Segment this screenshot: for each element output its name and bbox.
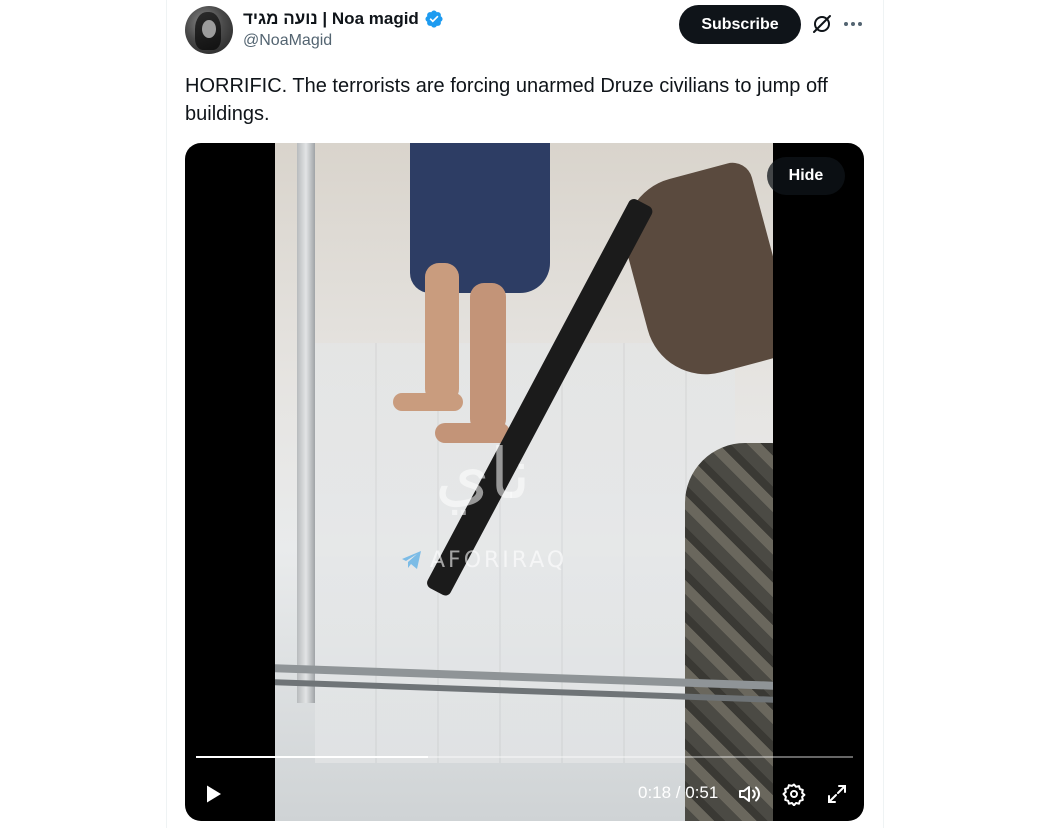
video-watermark-arabic: ناي bbox=[435, 433, 531, 515]
subscribe-button[interactable]: Subscribe bbox=[679, 5, 801, 44]
video-progress-bar[interactable] bbox=[196, 756, 853, 758]
video-person-foot bbox=[393, 393, 463, 411]
tweet-text: HORRIFIC. The terrorists are forcing una… bbox=[185, 75, 828, 125]
fullscreen-icon[interactable] bbox=[825, 782, 849, 806]
verified-badge-icon bbox=[425, 10, 443, 28]
author-handle[interactable]: @NoaMagid bbox=[243, 32, 332, 50]
more-options-icon[interactable] bbox=[841, 12, 865, 36]
telegram-icon bbox=[402, 551, 421, 569]
volume-icon[interactable] bbox=[737, 782, 763, 806]
play-icon[interactable] bbox=[201, 782, 225, 806]
video-player[interactable]: ناي AFORIRAQ Hide 0:18 / 0:51 bbox=[185, 143, 864, 821]
video-time-display: 0:18 / 0:51 bbox=[638, 783, 719, 802]
video-frame[interactable]: ناي AFORIRAQ bbox=[275, 143, 773, 821]
hide-media-button[interactable]: Hide bbox=[767, 157, 845, 195]
video-person-leg bbox=[470, 283, 506, 433]
grok-icon[interactable] bbox=[810, 12, 834, 36]
video-window-frame bbox=[297, 143, 315, 703]
avatar-face bbox=[202, 20, 216, 38]
video-camo-figure bbox=[685, 443, 773, 821]
author-avatar[interactable] bbox=[185, 6, 233, 54]
video-watermark-tag: AFORIRAQ bbox=[430, 548, 568, 573]
gear-icon[interactable] bbox=[782, 782, 806, 806]
video-person-leg bbox=[425, 263, 459, 403]
video-progress-fill bbox=[196, 756, 428, 758]
author-name-row: נועה מגיד | Noa magid bbox=[243, 8, 444, 30]
author-display-name[interactable]: נועה מגיד | Noa magid bbox=[243, 9, 419, 29]
